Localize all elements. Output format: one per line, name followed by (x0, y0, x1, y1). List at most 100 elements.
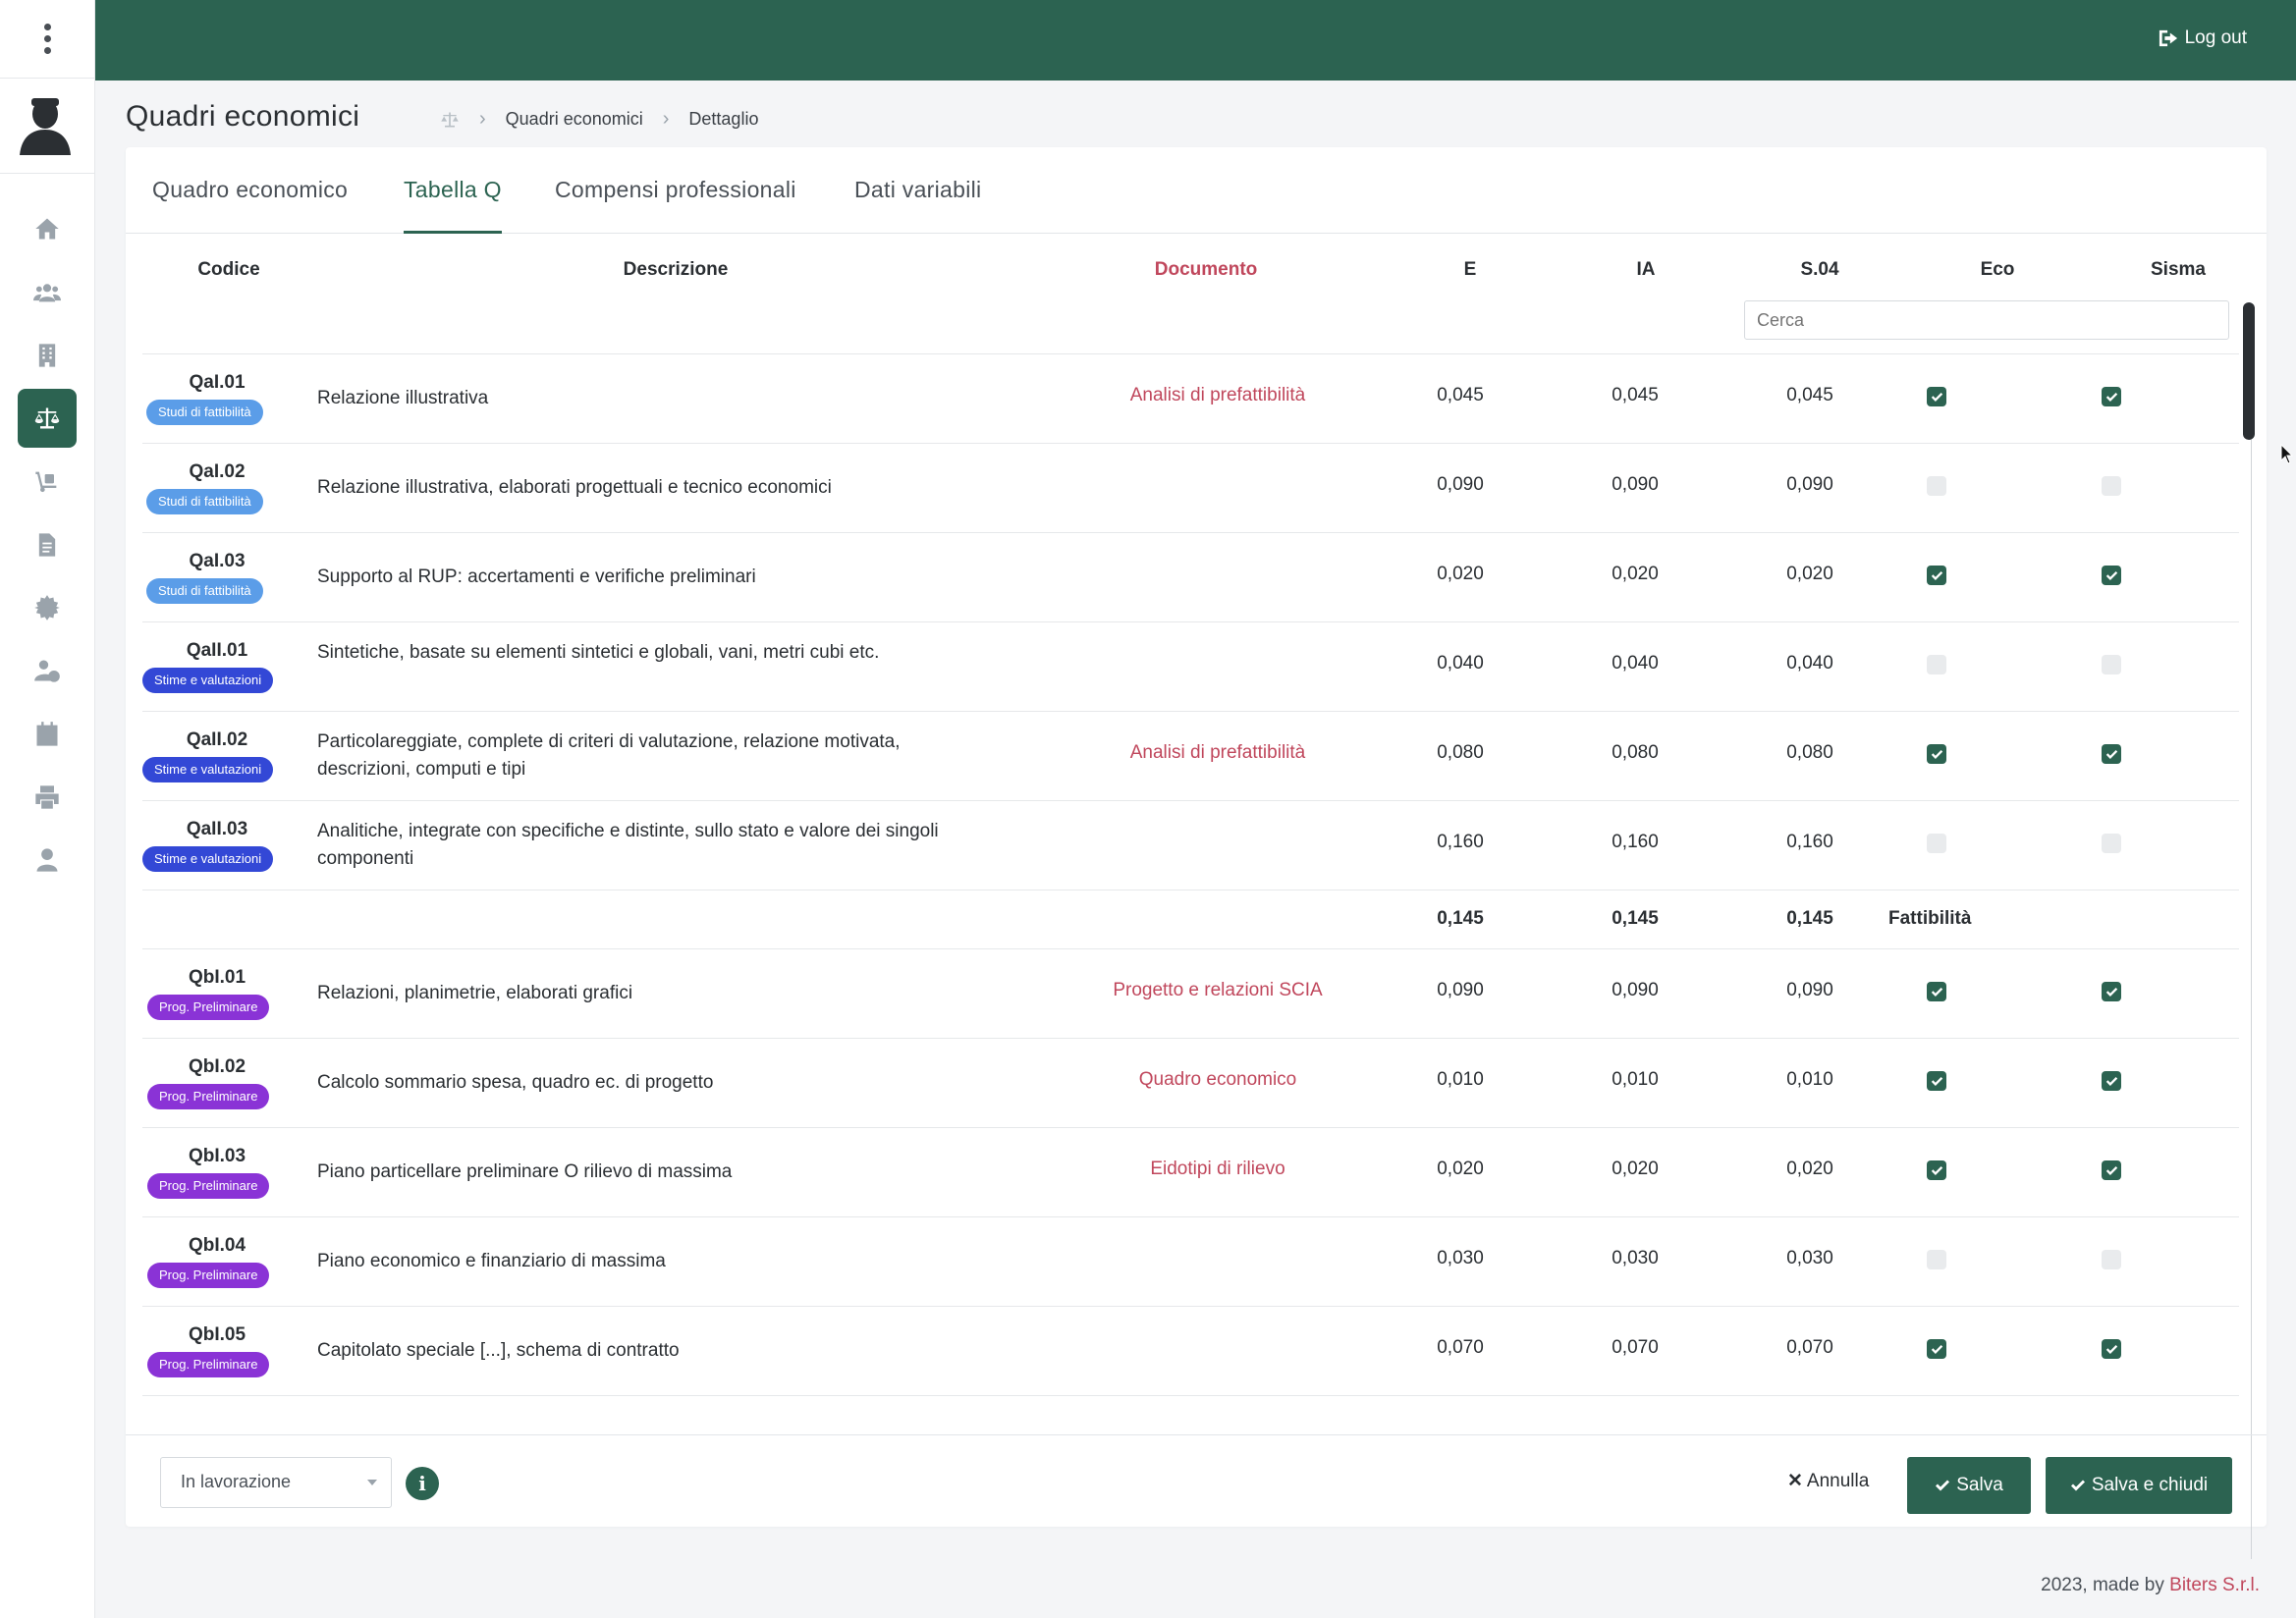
save-and-close-button[interactable]: Salva e chiudi (2046, 1457, 2232, 1514)
row-code: QbI.03 (188, 1146, 246, 1166)
table-row[interactable]: QbI.01 Prog. Preliminare Relazioni, planim… (142, 948, 2239, 1038)
tab-compensi-professionali[interactable]: Compensi professionali (555, 177, 796, 234)
calendar-icon (36, 722, 58, 746)
value-e: 0,040 (1437, 653, 1484, 674)
row-code: QbI.04 (188, 1235, 246, 1256)
eco-checkbox[interactable] (1927, 982, 1946, 1001)
nav-documents[interactable] (18, 515, 77, 574)
value-e: 0,045 (1437, 385, 1484, 405)
cancel-button[interactable]: ✕ Annulla (1787, 1470, 1869, 1492)
category-badge: Prog. Preliminare (147, 1352, 270, 1377)
eco-checkbox[interactable] (1927, 566, 1946, 585)
eco-checkbox[interactable] (1927, 476, 1946, 496)
nav-home[interactable] (18, 199, 77, 258)
row-code: QaI.02 (189, 461, 246, 482)
table-row[interactable]: QaI.02 Studi di fattibilità Relazione illu… (142, 443, 2239, 532)
check-icon (2070, 1480, 2085, 1491)
value-ia: 0,020 (1612, 564, 1659, 584)
search-input[interactable] (1744, 300, 2229, 340)
eco-checkbox[interactable] (1927, 1339, 1946, 1359)
print-icon (35, 785, 59, 809)
sisma-checkbox[interactable] (2102, 1160, 2121, 1180)
value-s04: 0,010 (1786, 1069, 1833, 1090)
sisma-checkbox[interactable] (2102, 655, 2121, 674)
table-row[interactable]: QbI.03 Prog. Preliminare Piano particellar… (142, 1127, 2239, 1216)
nav-delivery[interactable] (18, 452, 77, 511)
row-description: Piano economico e finanziario di massima (317, 1251, 666, 1271)
row-description: Capitolato speciale [...], schema di con… (317, 1340, 680, 1361)
row-code: QaII.03 (186, 819, 248, 839)
status-select[interactable]: In lavorazione (160, 1457, 392, 1508)
avatar[interactable] (18, 96, 73, 155)
column-header-ia: IA (1636, 259, 1656, 280)
row-description: Piano particellare preliminare O rilievo… (317, 1161, 733, 1182)
balance-scale-icon[interactable] (440, 110, 460, 130)
sisma-checkbox[interactable] (2102, 744, 2121, 764)
table-row[interactable]: QaI.03 Studi di fattibilità Supporto al RU… (142, 532, 2239, 621)
eco-checkbox[interactable] (1927, 387, 1946, 406)
table-row[interactable]: QbI.04 Prog. Preliminare Piano economico e… (142, 1216, 2239, 1306)
logout-button[interactable]: Log out (2158, 27, 2247, 49)
breadcrumb-quadri-economici[interactable]: Quadri economici (506, 109, 643, 130)
cancel-label: Annulla (1806, 1470, 1870, 1491)
save-label: Salva (1956, 1475, 2003, 1495)
column-header-e: E (1463, 259, 1477, 280)
subtotal-ia: 0,145 (1612, 908, 1659, 929)
row-description: Relazioni, planimetrie, elaborati grafic… (317, 983, 633, 1003)
breadcrumb: › Quadri economici › Dettaglio (440, 108, 758, 131)
sisma-checkbox[interactable] (2102, 1071, 2121, 1091)
category-badge: Prog. Preliminare (147, 1173, 270, 1199)
column-header-codice: Codice (197, 259, 260, 280)
menu-dots-button[interactable] (0, 0, 95, 79)
value-ia: 0,045 (1612, 385, 1659, 405)
nav-profile[interactable] (18, 831, 77, 890)
sisma-checkbox[interactable] (2102, 1339, 2121, 1359)
row-description: Relazione illustrativa, elaborati proget… (317, 477, 832, 498)
info-icon[interactable]: i (406, 1467, 439, 1500)
category-badge: Studi di fattibilità (146, 489, 263, 514)
row-description: Relazione illustrativa (317, 388, 489, 408)
nav-calendar[interactable] (18, 705, 77, 764)
sisma-checkbox[interactable] (2102, 387, 2121, 406)
scrollbar-thumb[interactable] (2243, 302, 2255, 440)
check-icon (1936, 1480, 1950, 1491)
nav-quadri-economici[interactable] (18, 389, 77, 448)
save-button[interactable]: Salva (1907, 1457, 2031, 1514)
sisma-checkbox[interactable] (2102, 834, 2121, 853)
eco-checkbox[interactable] (1927, 1250, 1946, 1269)
category-badge: Stime e valutazioni (142, 846, 274, 872)
value-e: 0,020 (1437, 564, 1484, 584)
more-vertical-icon (44, 24, 51, 54)
dolly-icon (35, 471, 57, 493)
eco-checkbox[interactable] (1927, 1160, 1946, 1180)
tab-dati-variabili[interactable]: Dati variabili (854, 177, 981, 234)
brand-link[interactable]: Biters S.r.l. (2169, 1575, 2260, 1595)
sisma-checkbox[interactable] (2102, 1250, 2121, 1269)
column-header-documento: Documento (1154, 259, 1258, 280)
sisma-checkbox[interactable] (2102, 566, 2121, 585)
table-row[interactable]: QbI.02 Prog. Preliminare Calcolo sommario … (142, 1038, 2239, 1127)
mouse-cursor-icon (2280, 444, 2294, 464)
tab-tabella-q[interactable]: Tabella Q (404, 177, 502, 234)
value-e: 0,080 (1437, 742, 1484, 763)
sisma-checkbox[interactable] (2102, 476, 2121, 496)
eco-checkbox[interactable] (1927, 744, 1946, 764)
value-ia: 0,030 (1612, 1248, 1659, 1268)
table-row[interactable]: QbI.05 Prog. Preliminare Capitolato specia… (142, 1306, 2239, 1395)
nav-user-clock[interactable] (18, 641, 77, 700)
tab-quadro-economico[interactable]: Quadro economico (152, 177, 348, 234)
table-row[interactable]: QaII.02 Stime e valutazioni Particolareggi… (142, 711, 2239, 800)
table-row[interactable]: QaI.01 Studi di fattibilità Relazione illu… (142, 353, 2239, 443)
eco-checkbox[interactable] (1927, 1071, 1946, 1091)
eco-checkbox[interactable] (1927, 655, 1946, 674)
sisma-checkbox[interactable] (2102, 982, 2121, 1001)
eco-checkbox[interactable] (1927, 834, 1946, 853)
nav-settings[interactable] (18, 578, 77, 637)
nav-buildings[interactable] (18, 326, 77, 385)
nav-print[interactable] (18, 768, 77, 827)
table-row[interactable]: QaII.01 Stime e valutazioni Sintetiche, ba… (142, 621, 2239, 711)
logout-label: Log out (2184, 27, 2247, 48)
balance-scale-icon (34, 407, 60, 429)
table-row[interactable]: QaII.03 Stime e valutazioni Analitiche, in… (142, 800, 2239, 890)
nav-users[interactable] (18, 263, 77, 322)
